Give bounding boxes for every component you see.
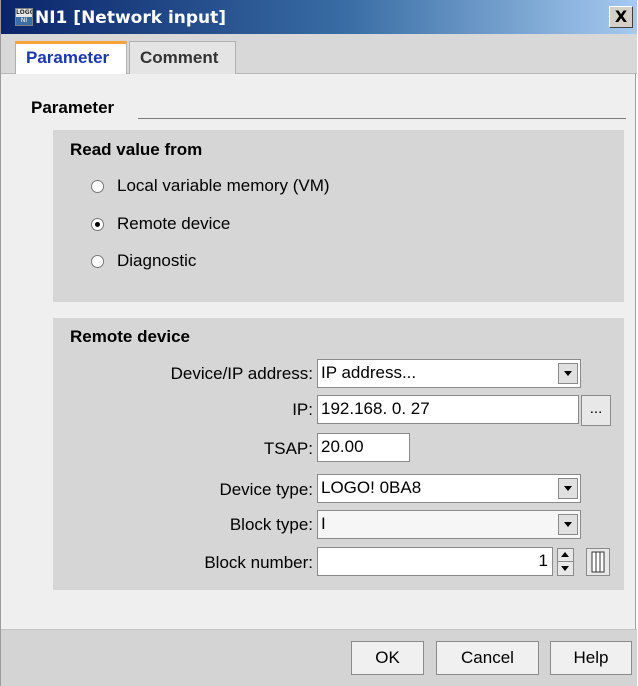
block-select-glyph (591, 551, 605, 573)
tsap-input[interactable]: 20.00 (317, 433, 410, 462)
tab-parameter[interactable]: Parameter (15, 41, 127, 74)
radio-remote-device-icon (91, 218, 104, 231)
radio-remote-device-label: Remote device (117, 214, 231, 233)
tab-comment[interactable]: Comment (129, 41, 236, 74)
dropdown-arrow-icon[interactable] (558, 363, 578, 384)
block-number-label: Block number: (204, 553, 313, 572)
tsap-label: TSAP: (263, 439, 313, 458)
radio-diagnostic-label: Diagnostic (117, 251, 197, 270)
device-ip-value: IP address... (321, 363, 417, 382)
block-select-icon[interactable] (586, 548, 610, 576)
ip-value: 192.168. 0. 27 (321, 399, 430, 418)
device-type-value: LOGO! 0BA8 (321, 478, 422, 497)
device-ip-label: Device/IP address: (170, 364, 313, 383)
device-type-label: Device type: (219, 480, 313, 499)
app-logo-text-bottom: NI (16, 17, 32, 25)
block-number-input[interactable]: 1 (317, 547, 553, 576)
block-type-label: Block type: (229, 515, 313, 534)
help-button[interactable]: Help (550, 641, 632, 675)
radio-local-vm-icon (91, 180, 104, 193)
section-divider (138, 118, 626, 119)
dropdown-arrow-icon[interactable] (558, 478, 578, 499)
tsap-value: 20.00 (321, 437, 364, 456)
block-number-value: 1 (538, 551, 548, 570)
network-input-dialog: LOGO NI NI1 [Network input] X Parameter … (0, 0, 637, 686)
ip-input[interactable]: 192.168. 0. 27 (317, 395, 579, 424)
spin-down-arrow[interactable] (561, 566, 569, 571)
block-type-dropdown[interactable]: I (317, 510, 581, 539)
read-value-group: Read value from Local variable memory (V… (53, 130, 624, 302)
block-type-value: I (321, 514, 326, 533)
device-ip-dropdown[interactable]: IP address... (317, 359, 581, 388)
spinner-icon[interactable] (557, 548, 574, 576)
button-bar: OK Cancel Help (1, 629, 637, 686)
read-value-title: Read value from (70, 140, 203, 159)
dropdown-arrow-icon[interactable] (558, 514, 578, 535)
device-type-dropdown[interactable]: LOGO! 0BA8 (317, 474, 581, 503)
app-logo-text-top: LOGO (16, 9, 33, 16)
remote-device-title: Remote device (70, 327, 190, 346)
ok-button[interactable]: OK (351, 641, 424, 675)
cancel-button[interactable]: Cancel (436, 641, 539, 675)
radio-diagnostic-icon (91, 255, 104, 268)
window-title: NI1 [Network input] (35, 8, 227, 28)
spin-up-arrow[interactable] (561, 552, 569, 557)
section-title: Parameter (31, 98, 115, 117)
spin-divider (558, 561, 573, 562)
tab-strip: Parameter Comment (1, 34, 637, 74)
ip-browse-button[interactable]: ... (581, 395, 611, 426)
ip-label: IP: (292, 400, 313, 419)
radio-local-vm-label: Local variable memory (VM) (117, 176, 330, 195)
title-bar[interactable]: LOGO NI NI1 [Network input] X (1, 0, 637, 34)
close-icon[interactable]: X (609, 6, 633, 28)
remote-device-group: Remote device Device/IP address: IP addr… (53, 318, 624, 590)
app-logo-icon: LOGO NI (15, 8, 33, 26)
